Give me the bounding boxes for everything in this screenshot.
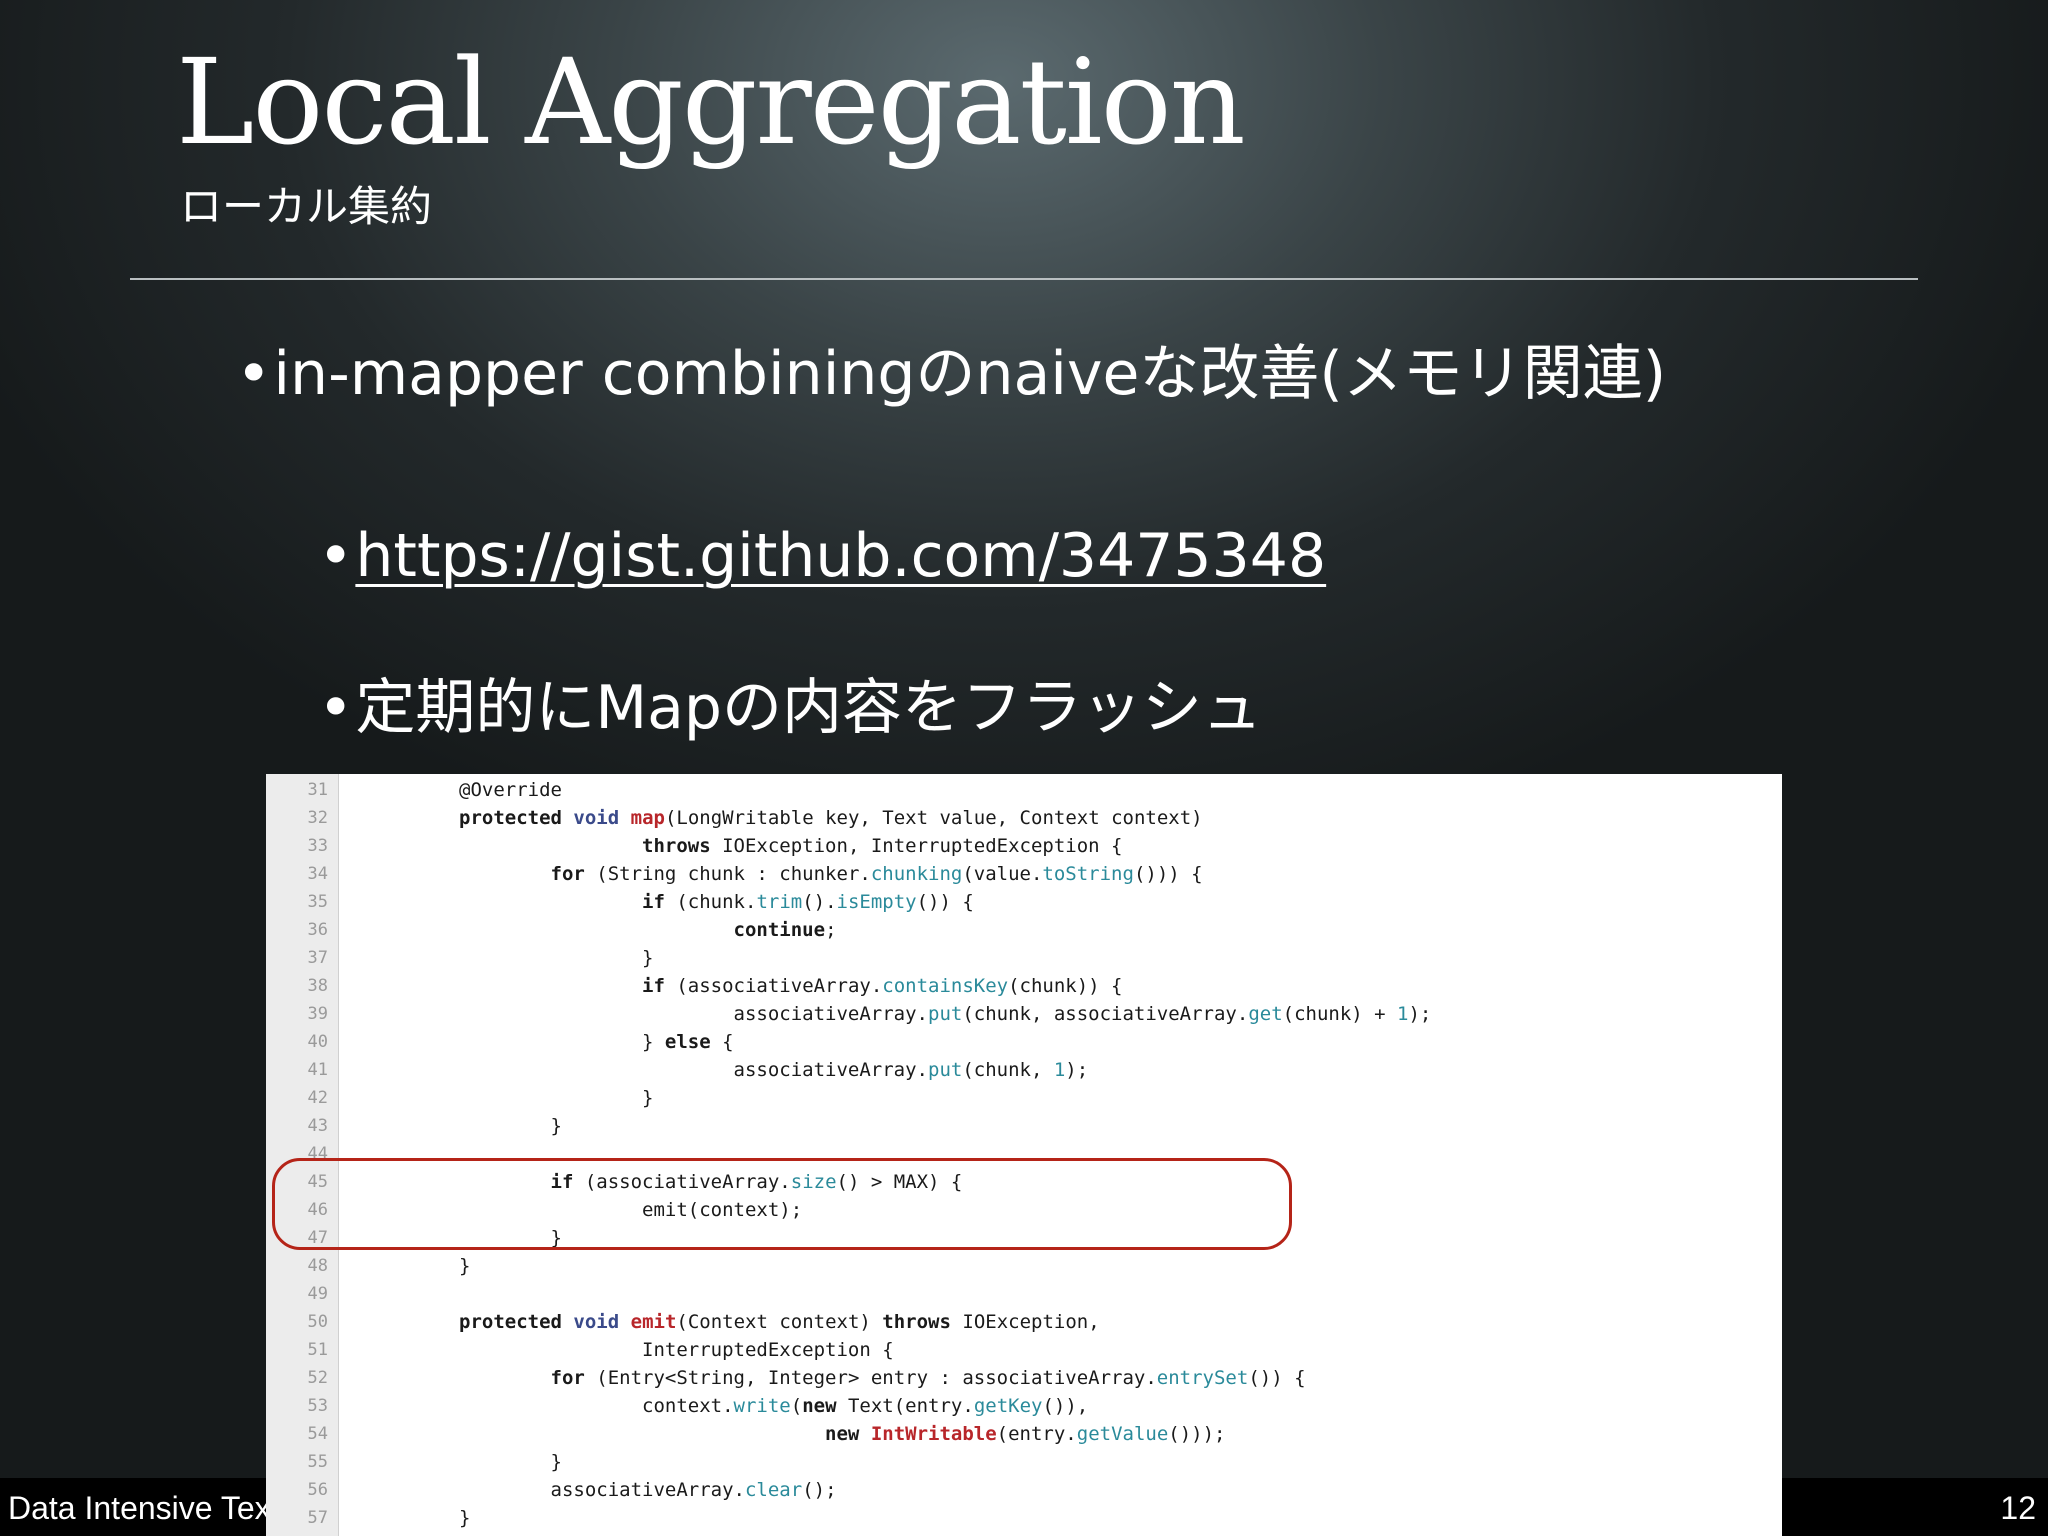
code-line: 41 associativeArray.put(chunk, 1); <box>266 1056 1782 1084</box>
code-line: 43 } <box>266 1112 1782 1140</box>
title-divider <box>130 278 1918 280</box>
line-number: 35 <box>307 892 328 912</box>
line-number: 40 <box>307 1032 328 1052</box>
line-number: 51 <box>307 1340 328 1360</box>
slide-subtitle: ローカル集約 <box>180 182 433 231</box>
bullet-gist-link: •https://gist.github.com/3475348 <box>318 520 1326 592</box>
line-number: 39 <box>307 1004 328 1024</box>
code-line: 33 throws IOException, InterruptedExcept… <box>266 832 1782 860</box>
line-number: 37 <box>307 948 328 968</box>
line-number: 55 <box>307 1452 328 1472</box>
slide-title: Local Aggregation <box>176 33 1246 171</box>
line-number: 34 <box>307 864 328 884</box>
line-number: 42 <box>307 1088 328 1108</box>
code-line: 57} <box>266 1504 1782 1532</box>
line-number: 54 <box>307 1424 328 1444</box>
line-number: 50 <box>307 1312 328 1332</box>
code-line: 40 } else { <box>266 1028 1782 1056</box>
line-number: 36 <box>307 920 328 940</box>
code-line: 31 @Override <box>266 776 1782 804</box>
code-line: 34 for (String chunk : chunker.chunking(… <box>266 860 1782 888</box>
line-number: 52 <box>307 1368 328 1388</box>
page-number: 12 <box>2000 1490 2036 1526</box>
code-screenshot: 31 @Override 32 protected void map(LongWri… <box>266 774 1782 1536</box>
code-line: 55 } <box>266 1448 1782 1476</box>
code-line: 48} <box>266 1252 1782 1280</box>
line-number: 38 <box>307 976 328 996</box>
line-number: 53 <box>307 1396 328 1416</box>
line-number: 41 <box>307 1060 328 1080</box>
code-line: 36 continue; <box>266 916 1782 944</box>
code-line: 54 new IntWritable(entry.getValue())); <box>266 1420 1782 1448</box>
code-line: 35 if (chunk.trim().isEmpty()) { <box>266 888 1782 916</box>
code-line: 52 for (Entry<String, Integer> entry : a… <box>266 1364 1782 1392</box>
bullet-text: 定期的にMapの内容をフラッシュ <box>355 673 1263 743</box>
gist-link[interactable]: https://gist.github.com/3475348 <box>355 521 1326 591</box>
bullet-in-mapper: •in-mapper combiningのnaiveな改善(メモリ関連) <box>236 338 1666 410</box>
code-line: 32 protected void map(LongWritable key, T… <box>266 804 1782 832</box>
bullet-dot: • <box>236 339 272 409</box>
line-number: 43 <box>307 1116 328 1136</box>
line-number: 32 <box>307 808 328 828</box>
code-line: 37 } <box>266 944 1782 972</box>
highlight-circle <box>272 1158 1292 1250</box>
line-number: 49 <box>307 1284 328 1304</box>
line-number: 48 <box>307 1256 328 1276</box>
footer-title-box: Data Intensive Text Processing with MapR… <box>0 1478 266 1536</box>
footer-title: Data Intensive Text Processing with MapR… <box>8 1490 266 1526</box>
code-lines: 31 @Override 32 protected void map(LongWri… <box>266 776 1782 1532</box>
line-number: 56 <box>307 1480 328 1500</box>
code-line: 50 protected void emit(Context context) t… <box>266 1308 1782 1336</box>
page-number-box: 12 <box>1782 1478 2048 1536</box>
code-line: 42 } <box>266 1084 1782 1112</box>
slide: Local Aggregation ローカル集約 •in-mapper comb… <box>0 0 2048 1536</box>
code-line: 56 associativeArray.clear(); <box>266 1476 1782 1504</box>
bullet-dot: • <box>318 673 354 743</box>
line-number: 33 <box>307 836 328 856</box>
code-line: 53 context.write(new Text(entry.getKey()… <box>266 1392 1782 1420</box>
code-line: 39 associativeArray.put(chunk, associati… <box>266 1000 1782 1028</box>
line-number: 57 <box>307 1508 328 1528</box>
code-line: 51 InterruptedException { <box>266 1336 1782 1364</box>
line-number: 31 <box>307 780 328 800</box>
code-line: 38 if (associativeArray.containsKey(chun… <box>266 972 1782 1000</box>
code-line: 49 <box>266 1280 1782 1308</box>
bullet-flush: •定期的にMapの内容をフラッシュ <box>318 672 1262 744</box>
bullet-text: in-mapper combiningのnaiveな改善(メモリ関連) <box>273 339 1667 409</box>
bullet-dot: • <box>318 521 354 591</box>
